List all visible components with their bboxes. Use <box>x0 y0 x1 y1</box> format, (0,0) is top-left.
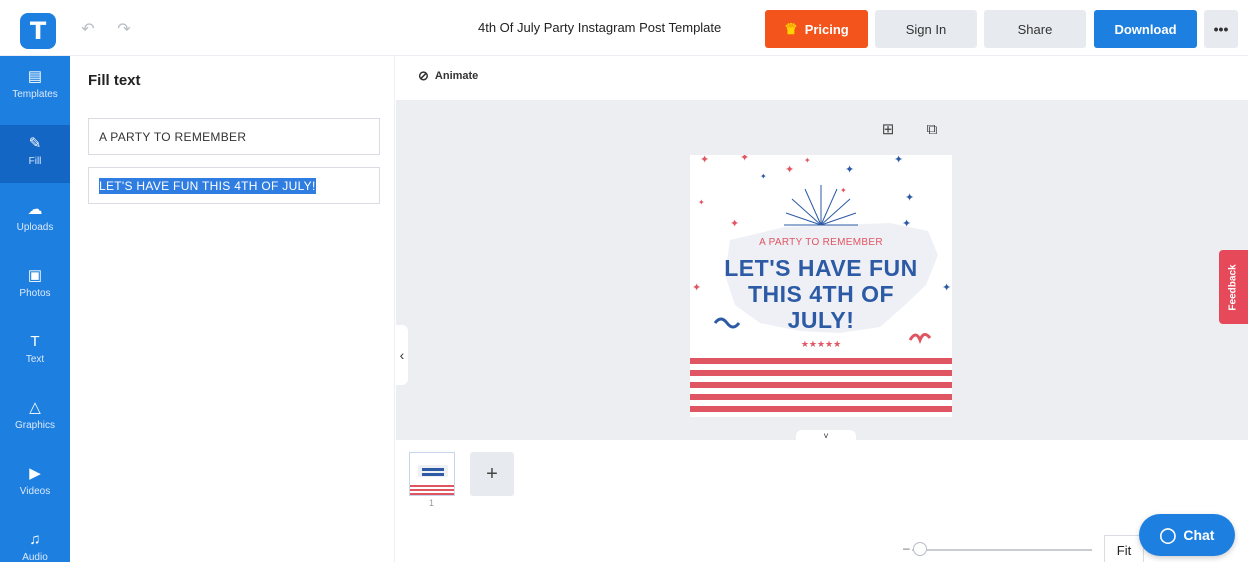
sidebar-item-label: Videos <box>19 486 51 497</box>
sidebar-item-label: Fill <box>28 156 42 167</box>
editor-app: T ↶ ↷ 4th Of July Party Instagram Post T… <box>0 0 1248 562</box>
stripe <box>690 370 952 376</box>
thumbnail-preview <box>410 465 454 495</box>
firework-icon <box>784 185 858 226</box>
sidebar-item-templates[interactable]: ▤ Templates <box>0 58 70 116</box>
svg-text:✦: ✦ <box>785 163 794 176</box>
svg-text:✦: ✦ <box>700 155 709 166</box>
more-options-button[interactable]: ••• <box>1204 10 1238 48</box>
undo-icon[interactable]: ↶ <box>77 18 99 40</box>
page-thumbnail[interactable] <box>409 452 455 496</box>
stripe <box>690 382 952 388</box>
sidebar-item-text[interactable]: T Text <box>0 323 70 381</box>
svg-text:✦: ✦ <box>902 217 911 230</box>
sidebar-item-label: Audio <box>22 552 48 562</box>
sidebar-item-uploads[interactable]: ☁ Uploads <box>0 191 70 249</box>
animate-icon: ⊘ <box>418 68 429 83</box>
stripe <box>690 394 952 400</box>
zoom-slider-track[interactable] <box>912 549 1092 551</box>
svg-text:✦: ✦ <box>840 186 847 195</box>
sidebar-item-fill[interactable]: ✎ Fill <box>0 125 70 183</box>
feedback-tab[interactable]: Feedback <box>1219 250 1248 324</box>
red-squiggle <box>908 333 932 345</box>
pricing-button[interactable]: ♛ Pricing <box>765 10 868 48</box>
stripe <box>690 406 952 412</box>
page-number: 1 <box>429 498 435 508</box>
canvas-area: ⊞ ⧉ ‹ ✦ ✦ ✦ ✦ ✦ ✦ ✦ ✦ ✦ ✦ ✦ ✦ ✦ ✦ ★★★★★ … <box>396 100 1248 442</box>
stripe <box>690 358 952 364</box>
text-field-headline[interactable]: LET'S HAVE FUN THIS 4TH OF JULY! <box>88 167 380 204</box>
sidebar-item-label: Photos <box>19 288 51 299</box>
pricing-label: Pricing <box>804 21 849 37</box>
design-subtitle[interactable]: A PARTY TO REMEMBER <box>690 237 952 248</box>
svg-text:✦: ✦ <box>730 217 739 230</box>
zoom-slider-handle[interactable] <box>913 542 927 556</box>
svg-text:✦: ✦ <box>740 155 749 164</box>
design-headline[interactable]: LET'S HAVE FUN THIS 4TH OF JULY! <box>720 255 922 333</box>
share-button[interactable]: Share <box>984 10 1086 48</box>
chat-label: Chat <box>1183 527 1215 543</box>
duplicate-icon[interactable]: ⧉ <box>923 120 941 138</box>
zoom-out-icon[interactable]: – <box>903 541 910 555</box>
panel-title: Fill text <box>88 72 141 89</box>
chat-button[interactable]: ◯ Chat <box>1139 514 1235 556</box>
animate-label: Animate <box>434 70 479 82</box>
sign-in-button[interactable]: Sign In <box>875 10 977 48</box>
svg-text:✦: ✦ <box>894 155 903 166</box>
templates-icon: ▤ <box>27 68 43 85</box>
svg-text:✦: ✦ <box>905 191 914 204</box>
redo-icon[interactable]: ↷ <box>113 18 135 40</box>
star-row: ★★★★★ <box>801 340 841 350</box>
download-button[interactable]: Download <box>1094 10 1197 48</box>
add-page-button[interactable]: + <box>470 452 514 496</box>
sidebar-item-graphics[interactable]: △ Graphics <box>0 389 70 447</box>
feedback-label: Feedback <box>1228 263 1240 311</box>
svg-text:✦: ✦ <box>942 281 951 294</box>
cloud-upload-icon: ☁ <box>27 201 43 218</box>
fill-text-panel: Fill text A PARTY TO REMEMBER LET'S HAVE… <box>70 56 395 562</box>
shapes-icon: △ <box>29 399 41 416</box>
sidebar-item-photos[interactable]: ▣ Photos <box>0 257 70 315</box>
video-icon: ▶ <box>29 465 41 482</box>
crown-icon: ♛ <box>784 21 798 38</box>
selected-text: LET'S HAVE FUN THIS 4TH OF JULY! <box>99 177 316 194</box>
sidebar-item-label: Uploads <box>16 222 54 233</box>
sidebar-item-label: Text <box>25 354 45 365</box>
zoom-fit-button[interactable]: Fit <box>1104 535 1144 562</box>
add-page-icon[interactable]: ⊞ <box>879 120 897 138</box>
photo-icon: ▣ <box>27 267 43 284</box>
pencil-icon: ✎ <box>28 135 42 152</box>
design-canvas[interactable]: ✦ ✦ ✦ ✦ ✦ ✦ ✦ ✦ ✦ ✦ ✦ ✦ ✦ ✦ ★★★★★ A PART… <box>690 155 952 417</box>
svg-text:✦: ✦ <box>804 156 811 165</box>
svg-text:✦: ✦ <box>845 163 854 176</box>
sidebar-item-label: Graphics <box>14 420 55 431</box>
svg-text:✦: ✦ <box>692 281 701 294</box>
sidebar-item-audio[interactable]: ♫ Audio <box>0 521 70 562</box>
document-title[interactable]: 4th Of July Party Instagram Post Templat… <box>478 20 721 35</box>
sidebar-rail: ▤ Templates ✎ Fill ☁ Uploads ▣ Photos T … <box>0 56 70 562</box>
top-bar: T ↶ ↷ 4th Of July Party Instagram Post T… <box>0 0 1248 56</box>
animate-button[interactable]: ⊘ Animate <box>418 68 478 84</box>
music-note-icon: ♫ <box>29 531 41 548</box>
collapse-panel-handle[interactable]: ‹ <box>396 325 408 385</box>
chat-bubble-icon: ◯ <box>1159 527 1177 544</box>
svg-text:✦: ✦ <box>760 172 767 181</box>
svg-text:✦: ✦ <box>698 198 705 207</box>
sidebar-item-label: Templates <box>12 89 58 100</box>
expand-pages-handle[interactable]: ˅ <box>796 430 856 442</box>
app-logo[interactable]: T <box>20 13 56 49</box>
text-field-subtitle[interactable]: A PARTY TO REMEMBER <box>88 118 380 155</box>
text-icon: T <box>30 333 40 350</box>
sidebar-item-videos[interactable]: ▶ Videos <box>0 455 70 513</box>
